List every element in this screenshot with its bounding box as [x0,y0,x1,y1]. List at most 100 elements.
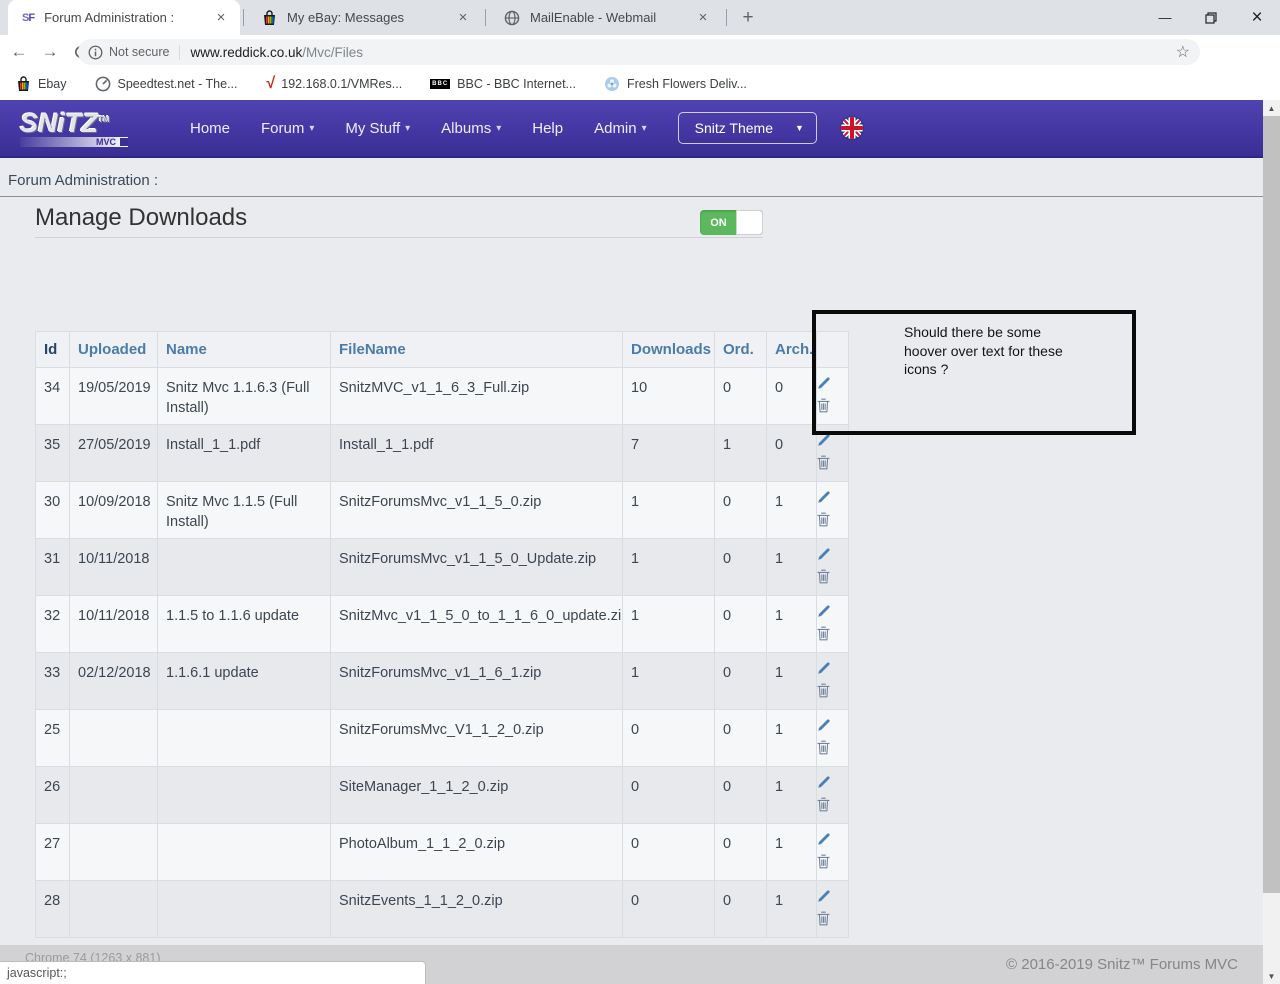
edit-pencil-icon[interactable] [817,832,848,854]
cell-id: 32 [36,596,70,653]
cell-uploaded [70,767,158,824]
edit-pencil-icon[interactable] [817,604,848,626]
nav-item-help[interactable]: Help [532,120,563,137]
cell-id: 35 [36,425,70,482]
edit-pencil-icon[interactable] [817,775,848,797]
table-row: 3110/11/2018SnitzForumsMvc_v1_1_5_0_Upda… [36,539,849,596]
scrollbar-thumb[interactable] [1263,116,1280,893]
header-uploaded[interactable]: Uploaded [70,332,158,368]
cell-uploaded [70,881,158,938]
close-tab-icon[interactable]: × [212,9,230,26]
tab-mailenable-webmail[interactable]: MailEnable - Webmail × [490,0,722,35]
status-bar-link-preview: javascript:; [0,961,426,984]
bookmark-star-icon[interactable]: ☆ [1176,42,1190,62]
delete-trash-icon[interactable] [817,512,848,534]
edit-pencil-icon[interactable] [817,718,848,740]
forward-icon[interactable]: → [38,40,62,64]
header-name[interactable]: Name [158,332,331,368]
cell-arch: 1 [767,653,817,710]
restore-button[interactable] [1188,0,1234,35]
header-filename[interactable]: FileName [331,332,623,368]
cell-ord: 0 [715,596,767,653]
cell-actions [817,653,849,710]
nav-item-my-stuff[interactable]: My Stuff▾ [345,120,410,137]
delete-trash-icon[interactable] [817,911,848,933]
back-icon[interactable]: ← [7,40,31,64]
cell-ord: 0 [715,824,767,881]
header-downloads[interactable]: Downloads [623,332,715,368]
close-tab-icon[interactable]: × [694,9,712,26]
cell-filename: Install_1_1.pdf [331,425,623,482]
close-tab-icon[interactable]: × [454,9,472,26]
minimize-button[interactable]: — [1142,0,1188,35]
header-id[interactable]: Id [36,332,70,368]
table-row: 3527/05/2019Install_1_1.pdfInstall_1_1.p… [36,425,849,482]
address-bar[interactable]: Not secure www.reddick.co.uk/Mvc/Files ☆ [78,39,1200,65]
logo-square [120,138,128,146]
cell-arch: 1 [767,482,817,539]
cell-arch: 0 [767,425,817,482]
delete-trash-icon[interactable] [817,455,848,477]
edit-pencil-icon[interactable] [817,661,848,683]
uk-flag-icon[interactable] [841,117,863,139]
speedtest-icon [95,76,111,92]
tab-separator [243,9,244,26]
cell-id: 26 [36,767,70,824]
snitz-logo[interactable]: SNiTZTM MVC [20,107,138,147]
cell-ord: 0 [715,539,767,596]
cell-filename: SnitzForumsMvc_v1_1_5_0.zip [331,482,623,539]
table-row: 27PhotoAlbum_1_1_2_0.zip001 [36,824,849,881]
theme-select[interactable]: Snitz Theme▼ [678,112,817,144]
bookmark-bbc[interactable]: BBC BBC - BBC Internet... [430,77,576,91]
tab-forum-administration[interactable]: SF Forum Administration : × [8,0,240,35]
vertical-scrollbar[interactable]: ▲ ▼ [1263,100,1280,984]
downloads-table-body: 3419/05/2019Snitz Mvc 1.1.6.3 (Full Inst… [36,368,849,938]
downloads-enabled-toggle[interactable]: ON [700,210,763,235]
theme-select-value: Snitz Theme [695,120,773,136]
close-window-button[interactable]: × [1234,0,1280,35]
delete-trash-icon[interactable] [817,797,848,819]
delete-trash-icon[interactable] [817,854,848,876]
delete-trash-icon[interactable] [817,683,848,705]
nav-item-albums[interactable]: Albums▾ [441,120,501,137]
edit-pencil-icon[interactable] [817,433,848,455]
cell-uploaded: 10/11/2018 [70,596,158,653]
browser-window: SF Forum Administration : × My eBay: Mes… [0,0,1280,984]
cell-name [158,881,331,938]
edit-pencil-icon[interactable] [817,490,848,512]
bookmark-speedtest[interactable]: Speedtest.net - The... [95,76,238,92]
toggle-knob[interactable] [736,210,763,235]
nav-item-home[interactable]: Home [190,120,230,137]
nav-item-forum[interactable]: Forum▾ [261,120,314,137]
nav-label: Help [532,120,563,137]
cell-id: 30 [36,482,70,539]
cell-uploaded [70,710,158,767]
edit-pencil-icon[interactable] [817,889,848,911]
table-row: 3302/12/20181.1.6.1 updateSnitzForumsMvc… [36,653,849,710]
cell-name [158,539,331,596]
cell-uploaded: 10/11/2018 [70,539,158,596]
tab-ebay-messages[interactable]: My eBay: Messages × [248,0,482,35]
omnibox-divider [179,45,180,60]
cell-downloads: 10 [623,368,715,425]
delete-trash-icon[interactable] [817,626,848,648]
info-icon[interactable] [88,45,103,60]
header-arch[interactable]: Arch. [767,332,817,368]
new-tab-button[interactable]: + [734,5,762,31]
cell-name [158,767,331,824]
bbc-blocks-icon: BBC [430,79,450,89]
delete-trash-icon[interactable] [817,740,848,762]
delete-trash-icon[interactable] [817,569,848,591]
nav-item-admin[interactable]: Admin▾ [594,120,647,137]
scroll-down-arrow-icon[interactable]: ▼ [1263,968,1280,984]
header-ord[interactable]: Ord. [715,332,767,368]
edit-pencil-icon[interactable] [817,547,848,569]
table-row: 25SnitzForumsMvc_V1_1_2_0.zip001 [36,710,849,767]
cell-uploaded: 19/05/2019 [70,368,158,425]
bookmark-fresh-flowers[interactable]: Fresh Flowers Deliv... [604,76,747,92]
table-row: 3010/09/2018Snitz Mvc 1.1.5 (Full Instal… [36,482,849,539]
bookmark-vmres[interactable]: √ 192.168.0.1/VMRes... [265,75,402,93]
cell-uploaded: 10/09/2018 [70,482,158,539]
bookmark-ebay[interactable]: Ebay [16,76,67,92]
scroll-up-arrow-icon[interactable]: ▲ [1263,100,1280,116]
